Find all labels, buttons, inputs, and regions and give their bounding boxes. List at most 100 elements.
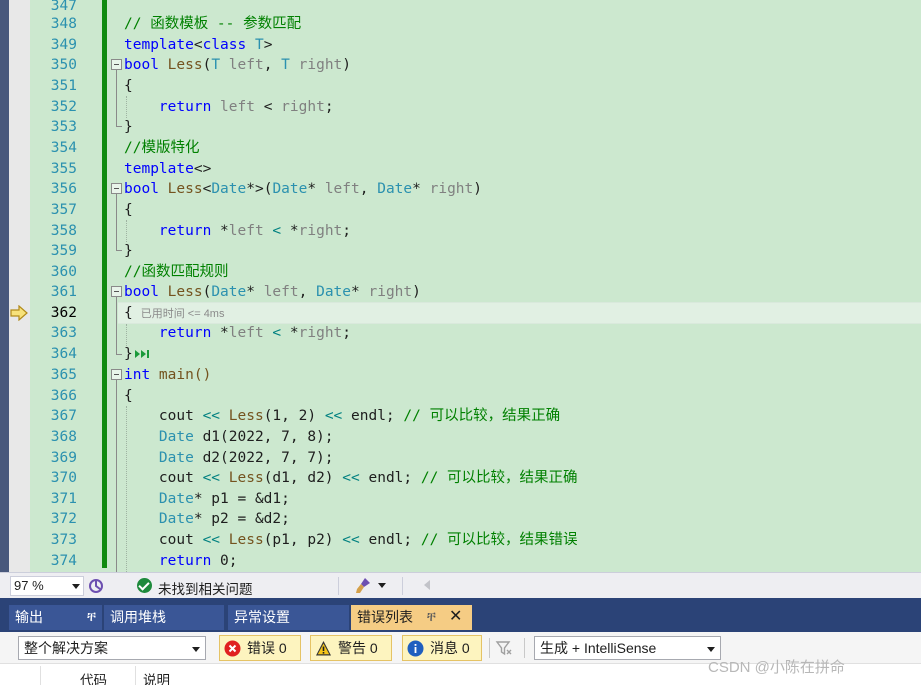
code-line-366: {: [124, 388, 133, 404]
elapsed-time-hint[interactable]: 已用时间 <= 4ms: [141, 308, 225, 320]
code-line-359: }: [124, 243, 133, 259]
tab-exception-settings[interactable]: 异常设置: [228, 605, 349, 630]
code-line-363: return *left < *right;: [124, 325, 352, 341]
build-filter-value: 生成 + IntelliSense: [540, 640, 657, 656]
column-divider[interactable]: [135, 666, 136, 685]
column-header-description[interactable]: 说明: [143, 669, 170, 685]
code-cleanup-icon[interactable]: [354, 576, 374, 596]
run-to-click-icon[interactable]: [133, 348, 151, 360]
close-icon[interactable]: ✕: [449, 605, 462, 629]
messages-count-label: 消息 0: [430, 640, 470, 656]
code-line-355: template<>: [124, 161, 212, 177]
line-number: 363: [50, 325, 77, 341]
pin-icon[interactable]: ቸ: [87, 605, 96, 629]
toolbar-separator: [489, 638, 490, 658]
code-line-372: Date* p2 = &d2;: [124, 511, 290, 527]
line-number: 348: [50, 16, 77, 32]
line-number: 362: [50, 305, 77, 321]
line-number: 357: [50, 202, 77, 218]
scope-dropdown[interactable]: 整个解决方案: [18, 636, 206, 660]
tab-output[interactable]: 输出 ቸ: [9, 605, 102, 630]
collapse-toggle-icon[interactable]: [111, 286, 122, 297]
outline-guide: [116, 380, 117, 572]
outline-guide: [116, 70, 117, 126]
toolbar-separator: [524, 638, 525, 658]
line-number: 372: [50, 511, 77, 527]
code-line-367: cout << Less(1, 2) << endl; // 可以比较，结果正确: [124, 408, 561, 424]
chevron-down-icon: [707, 647, 715, 652]
tab-error-list[interactable]: 错误列表 ቸ ✕: [351, 605, 472, 630]
code-line-368: Date d1(2022, 7, 8);: [124, 429, 334, 445]
status-separator: [402, 577, 403, 595]
outline-guide: [116, 194, 117, 250]
warning-icon: [316, 641, 331, 656]
outline-end-tick: [116, 354, 122, 355]
line-number: 373: [50, 532, 77, 548]
tab-label: 错误列表: [357, 609, 413, 625]
change-tracking-bar: [102, 0, 107, 568]
tab-call-stack[interactable]: 调用堆栈: [104, 605, 224, 630]
code-line-358: return *left < *right;: [124, 223, 352, 239]
line-number: 370: [50, 470, 77, 486]
chevron-down-icon[interactable]: [378, 583, 386, 588]
collapse-toggle-icon[interactable]: [111, 183, 122, 194]
line-number: 355: [50, 161, 77, 177]
line-number: 350: [50, 57, 77, 73]
zoom-dropdown[interactable]: 97 %: [10, 576, 84, 596]
line-number: 365: [50, 367, 77, 383]
code-line-364: }: [124, 344, 151, 364]
column-header-code[interactable]: 代码: [80, 669, 107, 685]
scroll-left-icon[interactable]: [424, 580, 430, 590]
code-line-350: bool Less(T left, T right): [124, 57, 352, 73]
line-number: 353: [50, 119, 77, 135]
collapse-toggle-icon[interactable]: [111, 59, 122, 70]
issues-status-text[interactable]: 未找到相关问题: [158, 578, 253, 598]
line-number: 359: [50, 243, 77, 259]
zoom-level: 97 %: [14, 578, 44, 593]
code-line-370: cout << Less(d1, d2) << endl; // 可以比较，结果…: [124, 470, 578, 486]
line-number: 351: [50, 78, 77, 94]
code-health-icon[interactable]: [87, 577, 105, 595]
watermark: CSDN @﻿﻿小陈在拼命: [708, 659, 845, 676]
code-line-371: Date* p1 = &d1;: [124, 491, 290, 507]
code-line-360: //函数匹配规则: [124, 264, 229, 280]
errors-count-label: 错误 0: [247, 640, 287, 656]
execution-pointer-icon[interactable]: [10, 305, 28, 321]
code-line-357: {: [124, 202, 133, 218]
line-number: 368: [50, 429, 77, 445]
info-icon: [407, 640, 424, 657]
code-line-356: bool Less<Date*>(Date* left, Date* right…: [124, 181, 482, 197]
warnings-count-label: 警告 0: [338, 640, 378, 656]
outline-end-tick: [116, 126, 122, 127]
line-number: 360: [50, 264, 77, 280]
editor-status-bar: 97 % 未找到相关问题: [0, 572, 921, 598]
warnings-filter-button[interactable]: 警告 0: [310, 635, 392, 661]
scope-value: 整个解决方案: [24, 640, 108, 656]
line-number: 367: [50, 408, 77, 424]
code-line-374: return 0;: [124, 553, 238, 569]
line-number: 349: [50, 37, 77, 53]
code-line-351: {: [124, 78, 133, 94]
code-line-369: Date d2(2022, 7, 7);: [124, 450, 334, 466]
code-line-348: // 函数模板 -- 参数匹配: [124, 16, 302, 32]
status-separator: [338, 577, 339, 595]
code-line-353: }: [124, 119, 133, 135]
glyph-margin[interactable]: [9, 0, 30, 572]
code-line-349: template<class T>: [124, 37, 273, 53]
line-number: 366: [50, 388, 77, 404]
errors-filter-button[interactable]: 错误 0: [219, 635, 301, 661]
line-number: 352: [50, 99, 77, 115]
collapse-toggle-icon[interactable]: [111, 369, 122, 380]
tab-label: 输出: [15, 609, 43, 625]
line-number: 361: [50, 284, 77, 300]
code-text[interactable]: // 函数模板 -- 参数匹配 template<class T> bool L…: [124, 0, 921, 572]
chevron-down-icon: [72, 584, 80, 589]
editor-left-strip: [0, 0, 9, 572]
code-line-361: bool Less(Date* left, Date* right): [124, 284, 421, 300]
build-filter-dropdown[interactable]: 生成 + IntelliSense: [534, 636, 721, 660]
messages-filter-button[interactable]: 消息 0: [402, 635, 482, 661]
error-icon: [224, 640, 241, 657]
code-line-365: int main(): [124, 367, 212, 383]
filter-funnel-icon[interactable]: [494, 638, 514, 658]
code-editor[interactable]: 347 348 349 350 351 352 353 354 355 356 357 358 359 3…: [0, 0, 921, 572]
